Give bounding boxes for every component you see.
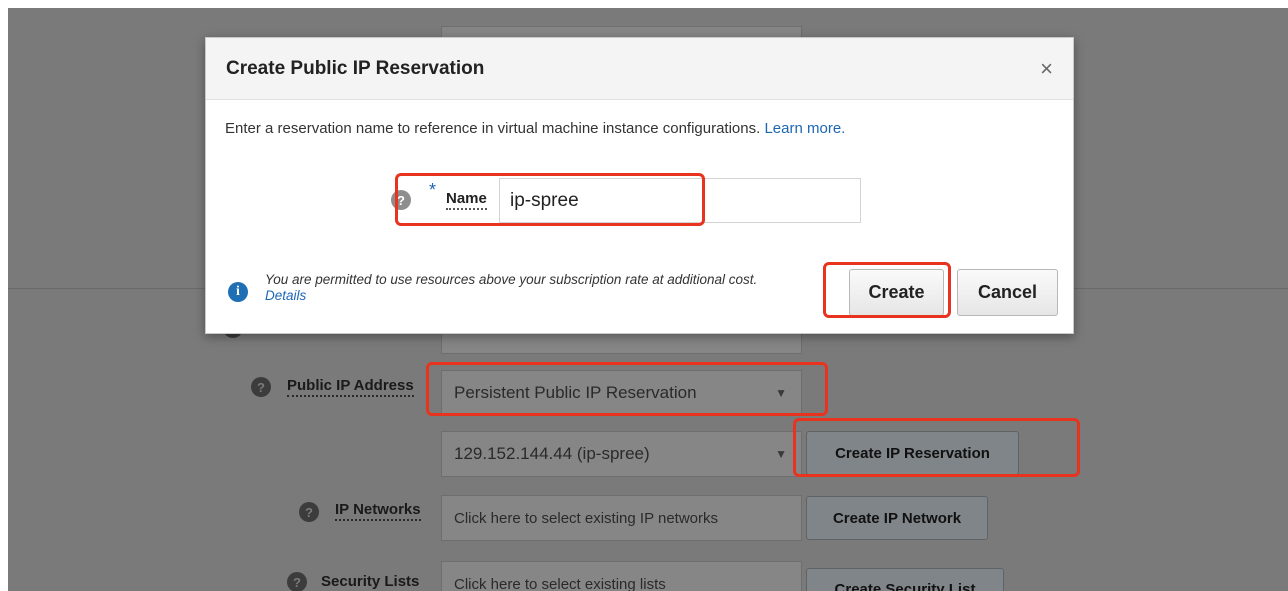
- highlight-public-ip-select: [426, 362, 828, 416]
- ip-reservation-value: 129.152.144.44 (ip-spree): [454, 444, 650, 463]
- highlight-name-field: [395, 173, 705, 226]
- security-lists-input[interactable]: Click here to select existing lists: [441, 561, 802, 591]
- highlight-create-ip-reservation: [793, 418, 1080, 477]
- chevron-down-icon: ▼: [775, 447, 787, 461]
- security-lists-help-icon[interactable]: ?: [287, 572, 307, 591]
- create-ip-network-button[interactable]: Create IP Network: [806, 496, 988, 540]
- public-ip-address-label: Public IP Address: [287, 377, 414, 397]
- close-icon[interactable]: ×: [1040, 56, 1053, 82]
- info-text: You are permitted to use resources above…: [265, 272, 758, 287]
- ip-networks-input[interactable]: Click here to select existing IP network…: [441, 495, 802, 541]
- ip-networks-help-icon[interactable]: ?: [299, 502, 319, 522]
- create-security-list-button[interactable]: Create Security List: [806, 568, 1004, 591]
- dialog-description: Enter a reservation name to reference in…: [225, 120, 845, 137]
- details-link[interactable]: Details: [265, 288, 306, 303]
- security-lists-placeholder: Click here to select existing lists: [454, 575, 666, 591]
- public-ip-help-icon[interactable]: ?: [251, 377, 271, 397]
- ip-networks-label: IP Networks: [335, 501, 421, 521]
- security-lists-label: Security Lists: [321, 573, 419, 591]
- dialog-header: Create Public IP Reservation ×: [206, 38, 1073, 100]
- info-message: You are permitted to use resources above…: [265, 272, 785, 304]
- info-icon: i: [228, 282, 248, 302]
- dialog-title: Create Public IP Reservation: [226, 57, 485, 79]
- ip-networks-placeholder: Click here to select existing IP network…: [454, 509, 719, 527]
- description-text: Enter a reservation name to reference in…: [225, 120, 761, 137]
- ip-reservation-select[interactable]: 129.152.144.44 (ip-spree) ▼: [441, 431, 802, 477]
- learn-more-link[interactable]: Learn more.: [764, 120, 845, 137]
- cancel-button[interactable]: Cancel: [957, 269, 1058, 316]
- highlight-create-button: [823, 262, 951, 318]
